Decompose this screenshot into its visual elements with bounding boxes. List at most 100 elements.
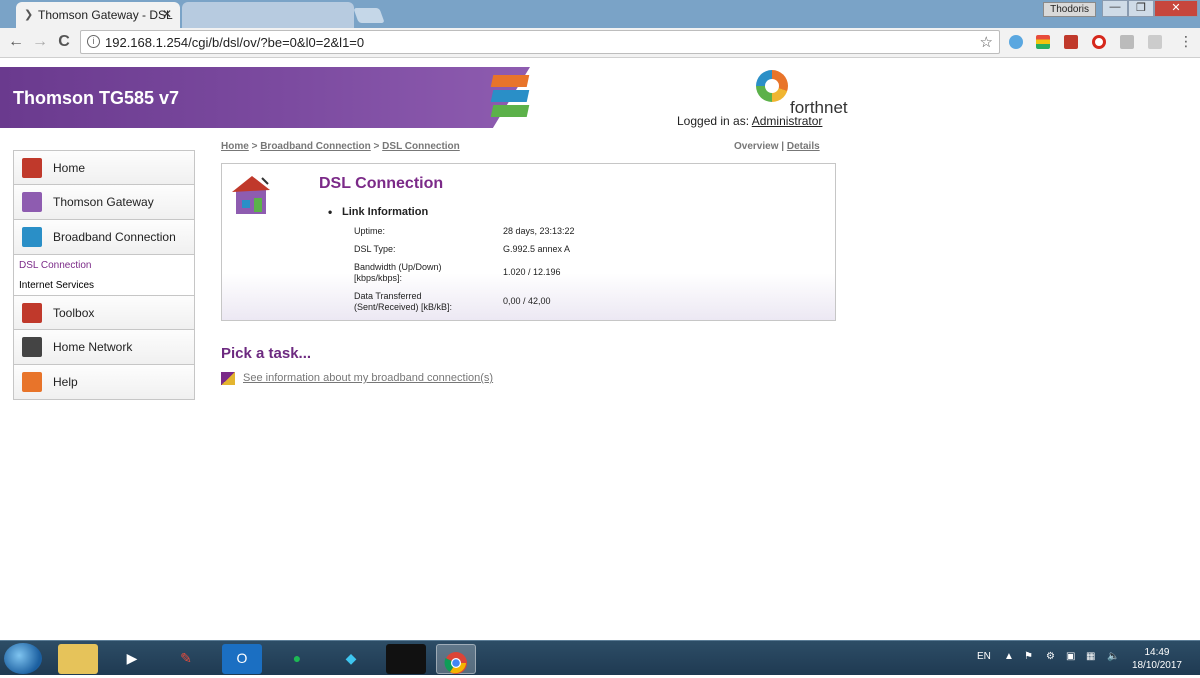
action-center-flag-icon[interactable]: ⚑	[1024, 651, 1033, 662]
browser-toolbar: ← → C i 192.168.1.254/cgi/b/dsl/ov/?be=0…	[0, 28, 1200, 58]
thomson-logo-stripes	[490, 75, 530, 120]
sidebar-item-label: Home	[53, 161, 86, 175]
kodi-icon[interactable]: ◆	[331, 644, 371, 674]
uptime-value: 28 days, 23:13:22	[503, 226, 575, 236]
breadcrumb-dsl-link[interactable]: DSL Connection	[382, 141, 460, 152]
star-icon[interactable]: ☆	[980, 33, 993, 51]
gateway-icon	[22, 192, 42, 212]
user-link[interactable]: Administrator	[752, 114, 823, 128]
language-indicator[interactable]: EN	[977, 651, 991, 662]
sidebar-item-label: Thomson Gateway	[53, 195, 154, 209]
task-arrow-icon	[221, 372, 235, 385]
sidebar-item-label: Home Network	[53, 340, 133, 354]
broadband-icon	[22, 227, 42, 247]
home-network-icon	[22, 337, 42, 357]
dsl-type-value: G.992.5 annex A	[503, 244, 571, 254]
url-text: 192.168.1.254/cgi/b/dsl/ov/?be=0&l0=2&l1…	[105, 35, 365, 50]
menu-icon[interactable]: ⋮	[1176, 33, 1196, 50]
extension-icon[interactable]	[1036, 35, 1050, 49]
window-close-button[interactable]: ✕	[1154, 0, 1198, 17]
media-player-icon[interactable]: ▶	[112, 644, 152, 674]
maximize-button[interactable]: ❐	[1128, 0, 1154, 17]
sidebar-subitem-dsl-connection[interactable]: DSL Connection	[19, 259, 194, 279]
sidebar-item-label: Help	[53, 375, 78, 389]
dropbox-extension-icon[interactable]	[1120, 35, 1134, 49]
outlook-icon[interactable]: O	[222, 644, 262, 674]
minimize-button[interactable]: —	[1102, 0, 1128, 17]
breadcrumb-home-link[interactable]: Home	[221, 141, 249, 152]
sidebar-item-toolbox[interactable]: Toolbox	[13, 295, 195, 330]
sidebar-item-label: Broadband Connection	[53, 230, 176, 244]
tray-expand-icon[interactable]: ▲	[1004, 651, 1014, 662]
bandwidth-value: 1.020 / 12.196	[503, 267, 561, 277]
address-bar[interactable]: i 192.168.1.254/cgi/b/dsl/ov/?be=0&l0=2&…	[80, 30, 1000, 54]
details-link[interactable]: Details	[787, 141, 820, 152]
breadcrumb-broadband-link[interactable]: Broadband Connection	[260, 141, 371, 152]
clock-date: 18/10/2017	[1131, 660, 1182, 671]
gopro-icon[interactable]	[386, 644, 426, 674]
site-info-icon[interactable]: i	[87, 35, 100, 48]
view-links: Overview | Details	[734, 141, 820, 152]
dsl-type-label: DSL Type:	[354, 244, 396, 254]
spotify-icon[interactable]: ●	[277, 644, 317, 674]
bandwidth-label: Bandwidth (Up/Down) [kbps/kbps]:	[354, 262, 442, 283]
new-tab-button[interactable]	[353, 8, 385, 23]
uptime-label: Uptime:	[354, 226, 386, 236]
breadcrumb: Home > Broadband Connection > DSL Connec…	[221, 141, 460, 152]
system-clock[interactable]: 14:49 18/10/2017	[1132, 646, 1182, 672]
forthnet-logo-icon	[756, 70, 788, 102]
chrome-logo	[444, 652, 467, 674]
link-information-heading: Link Information	[328, 205, 428, 219]
tray-app-icon[interactable]: ▣	[1066, 651, 1075, 662]
tab-close-icon[interactable]: ✕	[162, 7, 172, 21]
sidebar-nav: Home Thomson Gateway Broadband Connectio…	[13, 150, 195, 400]
help-icon	[22, 372, 42, 392]
sidebar-item-label: Toolbox	[53, 306, 95, 320]
cloud-extension-icon[interactable]	[1009, 35, 1023, 49]
network-icon[interactable]: ▦	[1086, 651, 1095, 662]
sidebar-item-help[interactable]: Help	[13, 365, 195, 400]
extension-icon[interactable]	[1064, 35, 1078, 49]
toolbox-icon	[22, 303, 42, 323]
chrome-icon[interactable]	[436, 644, 476, 674]
house-icon	[22, 158, 42, 178]
router-model-title: Thomson TG585 v7	[13, 88, 180, 108]
volume-icon[interactable]: 🔈	[1107, 651, 1119, 662]
data-transferred-label: Data Transferred (Sent/Received) [kB/kB]…	[354, 291, 453, 312]
breadcrumb-separator: >	[373, 141, 380, 152]
dsl-house-icon	[232, 176, 270, 214]
login-status: Logged in as: Administrator	[677, 114, 822, 128]
sidebar-item-home[interactable]: Home	[13, 150, 195, 185]
broadband-info-link[interactable]: See information about my broadband conne…	[243, 372, 493, 384]
sidebar-item-broadband-connection[interactable]: Broadband Connection	[13, 220, 195, 255]
overview-link[interactable]: Overview	[734, 141, 778, 152]
clock-time: 14:49	[1144, 647, 1170, 658]
stripe	[490, 105, 530, 117]
stripe	[490, 75, 530, 87]
stripe	[490, 90, 530, 102]
data-transferred-value: 0,00 / 42,00	[503, 296, 551, 306]
extension-icon[interactable]	[1148, 35, 1162, 49]
profile-button[interactable]: Thodoris	[1043, 2, 1096, 17]
back-button[interactable]: ←	[6, 33, 26, 51]
pick-a-task-heading: Pick a task...	[221, 345, 312, 362]
panel-title: DSL Connection	[319, 175, 444, 192]
dsl-connection-panel: DSL Connection Link Information Uptime: …	[221, 163, 836, 321]
windows-taskbar: ▶ ✎ O ● ◆ EN ▲ ⚑ ⚙ ▣ ▦ 🔈 14:49 18/10/201…	[0, 640, 1200, 675]
start-button[interactable]	[4, 643, 42, 674]
tab-inactive[interactable]	[182, 2, 354, 28]
explorer-icon[interactable]	[58, 644, 98, 674]
ccleaner-icon[interactable]: ✎	[166, 644, 206, 674]
sidebar-submenu: DSL Connection Internet Services	[13, 255, 195, 295]
tab-title: Thomson Gateway - DSL	[38, 8, 173, 22]
sidebar-item-thomson-gateway[interactable]: Thomson Gateway	[13, 185, 195, 220]
forward-button[interactable]: →	[30, 33, 50, 51]
tab-favicon: ❯	[24, 9, 34, 21]
reload-button[interactable]: C	[54, 33, 74, 51]
login-label: Logged in as:	[677, 114, 750, 128]
tab-thomson-gateway[interactable]: ❯ Thomson Gateway - DSL ✕	[16, 2, 180, 28]
tray-app-icon[interactable]: ⚙	[1046, 651, 1055, 662]
opera-extension-icon[interactable]	[1092, 35, 1106, 49]
view-separator: |	[781, 141, 785, 152]
sidebar-item-home-network[interactable]: Home Network	[13, 330, 195, 365]
